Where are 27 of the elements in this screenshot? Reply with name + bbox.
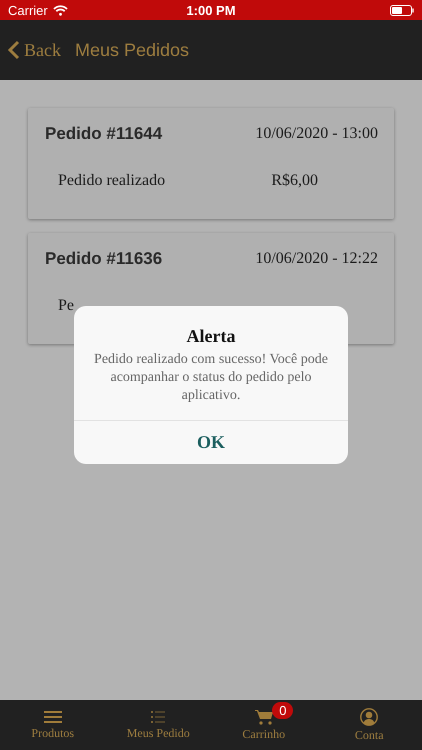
order-number: Pedido #11636 (45, 249, 162, 269)
order-date: 10/06/2020 - 13:00 (255, 125, 378, 143)
battery-icon (390, 4, 414, 16)
cart-icon (254, 708, 273, 724)
alert-title: Alerta (186, 326, 236, 347)
order-total: R$6,00 (271, 172, 318, 190)
order-card[interactable]: Pedido #11644 10/06/2020 - 13:00 Pedido realizado R$6,00 (28, 108, 394, 219)
order-date: 10/06/2020 - 12:22 (255, 250, 378, 268)
back-button[interactable]: Back (8, 40, 61, 60)
tab-item[interactable]: Conta (316, 700, 422, 750)
chevron-left-icon (8, 40, 20, 60)
ok-button[interactable]: OK (74, 420, 348, 464)
tab-item[interactable]: Produtos (0, 700, 106, 750)
account-icon (360, 708, 378, 726)
wifi-icon (52, 4, 68, 16)
tab-item[interactable]: Carrinho 0 (211, 700, 316, 750)
list-icon (151, 710, 166, 724)
cart-count-badge: 0 (272, 702, 294, 719)
order-status: Pe (58, 297, 74, 315)
carrier-name: Carrier (8, 2, 48, 18)
menu-icon (44, 710, 62, 724)
order-status: Pedido realizado (58, 172, 166, 190)
page-title: Meus Pedidos (74, 40, 190, 60)
tab-item[interactable]: Meus Pedido (106, 700, 211, 750)
alert-message: Pedido realizado com sucesso! Você pode acompanhar o status do pedido pelo aplicativo. (93, 351, 329, 405)
order-number: Pedido #11644 (45, 124, 162, 144)
clock-time: 1:00 PM (186, 2, 236, 18)
